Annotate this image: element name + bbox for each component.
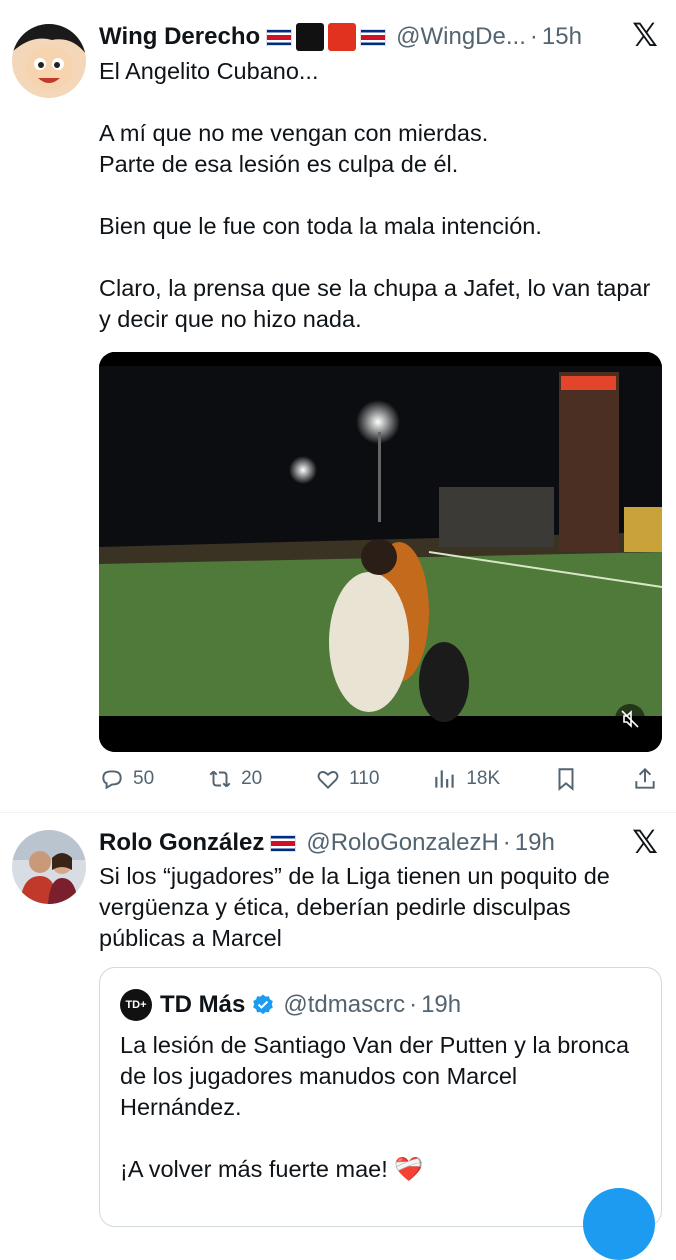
costa-rica-flag-icon <box>266 28 293 46</box>
share-button[interactable] <box>632 766 658 792</box>
quoted-author-name[interactable]: TD Más <box>160 991 245 1019</box>
views-icon <box>435 770 455 788</box>
author-name[interactable]: Rolo González <box>99 829 264 857</box>
quoted-tweet-text: La lesión de Santiago Van der Putten y l… <box>120 1032 630 1182</box>
tweet-1[interactable]: Wing Derecho @WingDe... · 15h 𝕏 El Angel… <box>0 0 676 812</box>
bookmark-button[interactable] <box>553 766 579 792</box>
avatar-rolo-gonzalez[interactable] <box>12 830 86 904</box>
repost-button[interactable]: 20 <box>207 766 262 792</box>
tweet-text: Si los “jugadores” de la Liga tienen un … <box>99 863 617 951</box>
timestamp[interactable]: 15h <box>542 23 582 51</box>
bookmark-icon <box>558 768 574 791</box>
views-count: 18K <box>466 768 501 789</box>
repost-count: 20 <box>241 768 263 789</box>
separator-dot: · <box>409 991 418 1018</box>
costa-rica-flag-icon <box>360 28 387 46</box>
author-name[interactable]: Wing Derecho <box>99 23 260 51</box>
quoted-tweet-header: TD+ TD Más @tdmascrc · 19h <box>120 986 461 1024</box>
quoted-avatar[interactable]: TD+ <box>120 989 152 1021</box>
reply-count: 50 <box>133 768 155 789</box>
video-player[interactable] <box>99 352 662 752</box>
mute-icon[interactable] <box>615 704 645 734</box>
like-icon <box>317 771 339 790</box>
share-icon <box>635 767 655 789</box>
video-frame <box>99 352 662 752</box>
repost-icon <box>209 770 231 788</box>
costa-rica-flag-icon <box>270 834 297 852</box>
reply-icon <box>102 770 122 790</box>
quoted-timestamp[interactable]: 19h <box>421 991 461 1019</box>
tweet-text: El Angelito Cubano... A mí que no me ven… <box>99 58 651 332</box>
reply-button[interactable]: 50 <box>99 766 154 792</box>
quoted-author-handle[interactable]: @tdmascrc <box>283 991 405 1019</box>
black-square-icon <box>296 23 325 51</box>
separator-dot: · <box>529 23 538 50</box>
author-handle[interactable]: @RoloGonzalezH <box>306 829 498 857</box>
separator-dot: · <box>502 829 511 856</box>
x-logo-icon[interactable]: 𝕏 <box>630 826 660 858</box>
author-handle[interactable]: @WingDe... <box>396 23 526 51</box>
x-logo-icon[interactable]: 𝕏 <box>630 19 660 51</box>
tweet-header: Rolo González @RoloGonzalezH · 19h <box>99 826 616 860</box>
timestamp[interactable]: 19h <box>515 829 555 857</box>
like-count: 110 <box>349 768 380 789</box>
views-button[interactable]: 18K <box>432 766 500 792</box>
tweet-header: Wing Derecho @WingDe... · 15h <box>99 20 616 54</box>
tweet-actions: 50 20 110 18K <box>99 762 658 796</box>
compose-button[interactable] <box>583 1188 655 1260</box>
like-button[interactable]: 110 <box>315 766 379 792</box>
red-square-icon <box>328 23 357 51</box>
verified-icon <box>253 994 274 1015</box>
avatar-wing-derecho[interactable] <box>12 24 86 98</box>
quoted-tweet[interactable]: TD+ TD Más @tdmascrc · 19h La lesión de … <box>99 967 662 1227</box>
